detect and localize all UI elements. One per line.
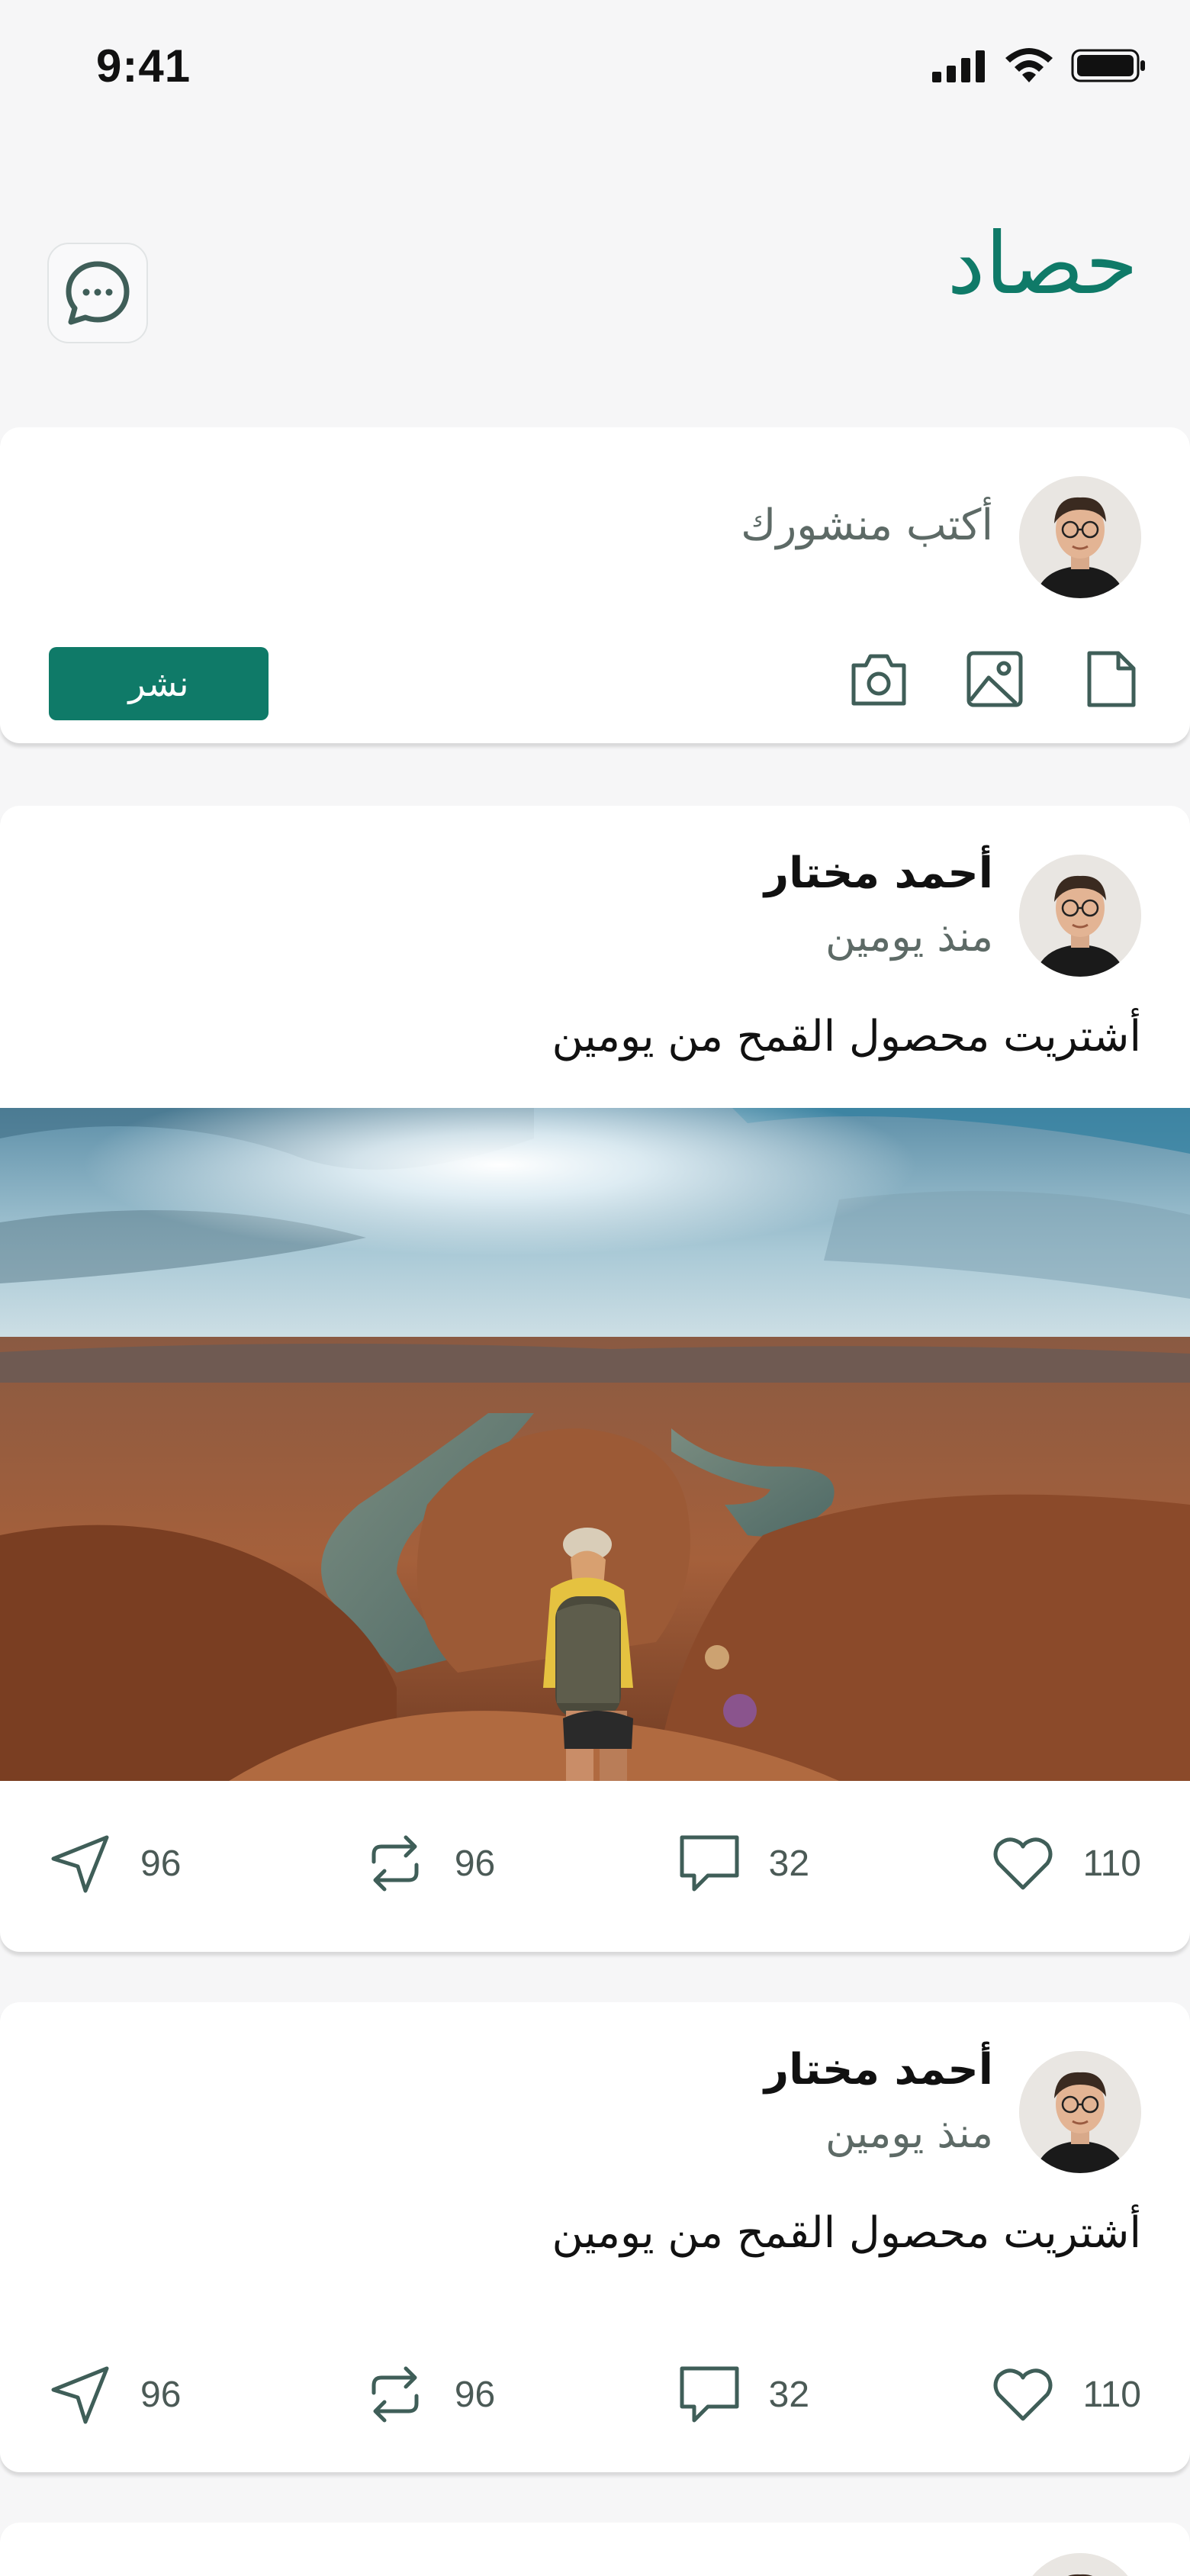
send-icon [49,1831,113,1895]
repost-count: 96 [454,2374,496,2415]
repost-icon [363,2362,427,2426]
share-count: 96 [140,1843,182,1884]
comment-action[interactable]: 32 [677,1831,809,1895]
status-bar: 9:41 [0,0,1190,145]
comment-count: 32 [768,1843,810,1884]
repost-count: 96 [454,1843,496,1884]
document-icon [1087,651,1136,707]
like-action[interactable]: 110 [991,1831,1141,1895]
post-composer: أكتب منشورك نشر [0,427,1190,743]
avatar[interactable] [1019,2553,1141,2576]
chat-bubble-dots-icon [66,261,130,325]
share-action[interactable]: 96 [49,1831,181,1895]
feed-screen: 9:41 حصاد أكتب منشورك نشر أحمد مختار منذ… [0,0,1190,2576]
attach-image-button[interactable] [964,649,1025,710]
post-actions: 96 96 32 110 [49,1825,1141,1901]
like-count: 110 [1082,2374,1141,2415]
post-actions: 96 96 32 110 [49,2356,1141,2433]
post-text: أشتريت محصول القمح من يومين [552,2208,1141,2258]
post-card: أحمد مختار منذ يومين أشتريت محصول القمح … [0,806,1190,1952]
publish-button[interactable]: نشر [49,647,269,720]
camera-icon [851,654,906,706]
like-count: 110 [1082,1843,1141,1884]
app-title: حصاد [947,214,1138,314]
composer-tools [848,649,1141,710]
post-text: أشتريت محصول القمح من يومين [552,1012,1141,1061]
author-name[interactable]: أحمد مختار [764,2045,993,2095]
status-time: 9:41 [96,40,191,92]
cellular-signal-icon [932,50,985,82]
messages-button[interactable] [47,243,148,343]
attach-document-button[interactable] [1080,649,1141,710]
repost-action[interactable]: 96 [363,2362,495,2426]
avatar[interactable] [1019,2051,1141,2173]
comment-icon [677,2362,741,2426]
wifi-icon [1005,48,1053,82]
share-action[interactable]: 96 [49,2362,181,2426]
like-action[interactable]: 110 [991,2362,1141,2426]
post-time: منذ يومين [825,913,993,961]
avatar[interactable] [1019,855,1141,977]
avatar [1019,476,1141,598]
author-name[interactable]: أحمد مختار [764,848,993,898]
battery-icon [1071,49,1145,82]
post-time: منذ يومين [825,2109,993,2157]
share-count: 96 [140,2374,182,2415]
comment-action[interactable]: 32 [677,2362,809,2426]
heart-icon [991,1831,1055,1895]
send-icon [49,2362,113,2426]
comment-count: 32 [768,2374,810,2415]
repost-icon [363,1831,427,1895]
status-icons [932,47,1147,84]
heart-icon [991,2362,1055,2426]
repost-action[interactable]: 96 [363,1831,495,1895]
camera-button[interactable] [848,649,909,710]
composer-input[interactable]: أكتب منشورك [741,501,993,550]
post-image[interactable] [0,1108,1190,1781]
post-card: أحمد مختار منذ يومين أشتريت محصول القمح … [0,2002,1190,2472]
post-card-partial [0,2523,1190,2576]
image-icon [966,651,1023,707]
comment-icon [677,1831,741,1895]
